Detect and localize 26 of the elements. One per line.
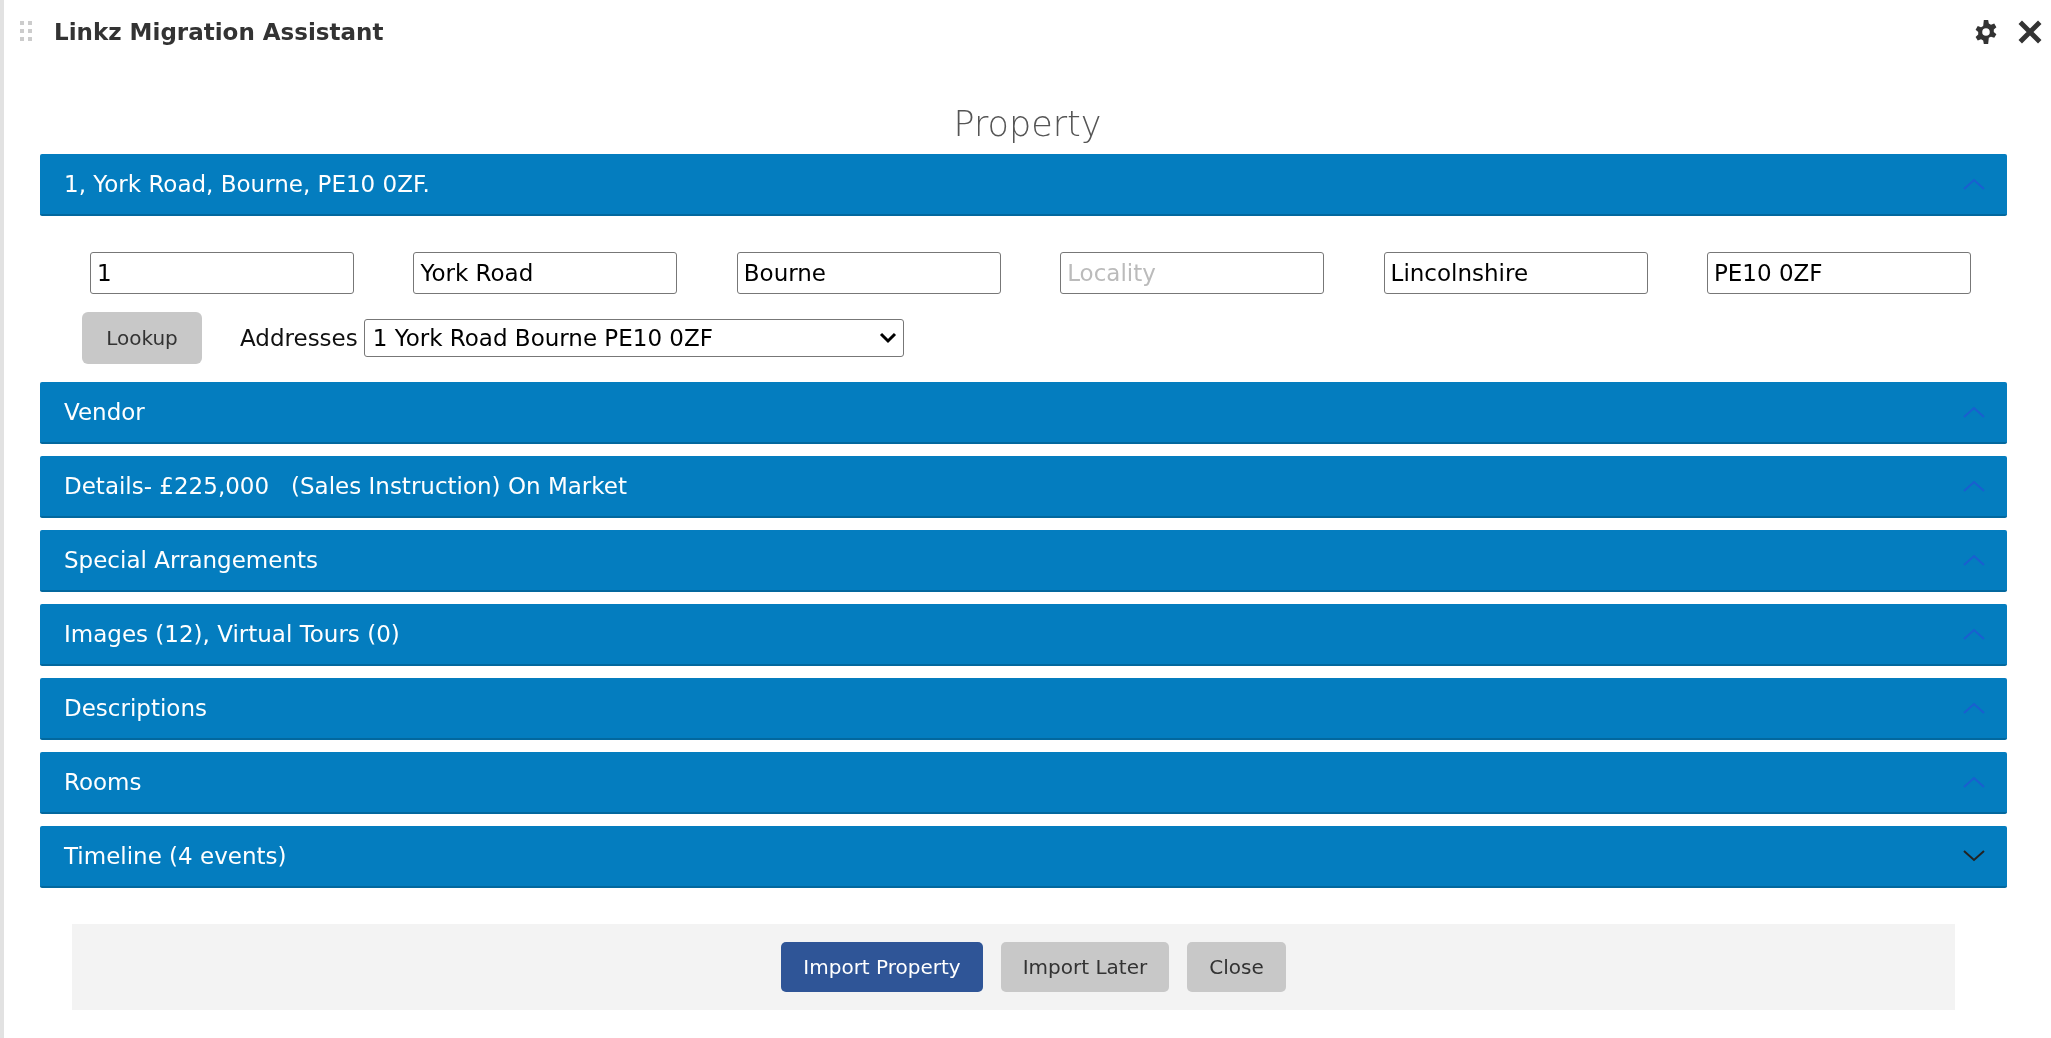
- section-header[interactable]: Vendor: [40, 382, 2007, 444]
- drag-handle-icon[interactable]: [20, 21, 32, 43]
- section-header[interactable]: 1, York Road, Bourne, PE10 0ZF.: [40, 154, 2007, 216]
- close-icon[interactable]: [2017, 19, 2043, 45]
- settings-icon[interactable]: [1973, 19, 1999, 45]
- caret-icon: [878, 332, 897, 344]
- window-title: Linkz Migration Assistant: [54, 19, 384, 45]
- address-field[interactable]: PE10 0ZF: [1706, 252, 1971, 294]
- footer-button[interactable]: Import Later: [1000, 942, 1170, 992]
- section-header[interactable]: Timeline (4 events): [40, 826, 2007, 888]
- address-field[interactable]: Lincolnshire: [1383, 252, 1648, 294]
- lookup-button[interactable]: Lookup: [82, 312, 202, 364]
- footer-button[interactable]: Import Property: [781, 942, 983, 992]
- section-header[interactable]: Special Arrangements: [40, 530, 2007, 592]
- page-heading: Property: [952, 104, 1103, 144]
- footer-button[interactable]: Close: [1187, 942, 1286, 992]
- section-header[interactable]: Details- £225,000 (Sales Instruction) On Market: [40, 456, 2007, 518]
- section-header[interactable]: Rooms: [40, 752, 2007, 814]
- addresses-dropdown[interactable]: 1 York Road Bourne PE10 0ZF: [363, 319, 904, 357]
- section-header[interactable]: Images (12), Virtual Tours (0): [40, 604, 2007, 666]
- addresses-label: Addresses: [240, 325, 358, 351]
- address-field[interactable]: York Road: [413, 252, 678, 294]
- address-field[interactable]: 1: [90, 252, 354, 294]
- address-field[interactable]: Locality: [1060, 252, 1325, 294]
- address-field[interactable]: Bourne: [736, 252, 1001, 294]
- section-header[interactable]: Descriptions: [40, 678, 2007, 740]
